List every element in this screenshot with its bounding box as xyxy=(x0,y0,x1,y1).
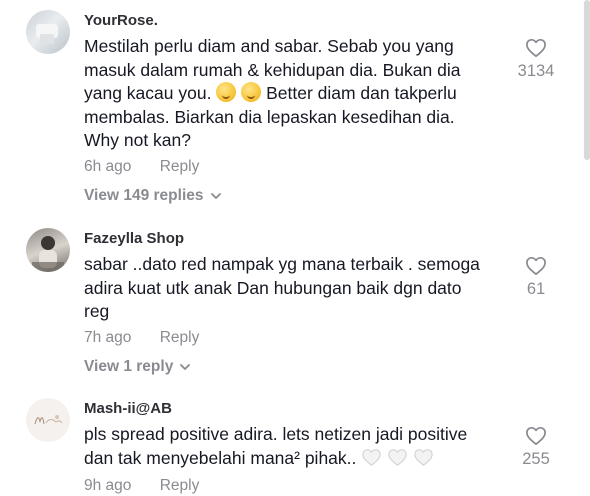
comment-text-line: Why not kan? xyxy=(84,130,191,150)
comment-meta: 9h ago Reply xyxy=(84,477,199,495)
chevron-down-icon xyxy=(210,193,221,199)
like-count: 255 xyxy=(522,450,550,468)
comment-text-line: sabar ..dato red nampak yg mana terbaik … xyxy=(84,254,480,274)
comment-username[interactable]: Mash-ii@AB xyxy=(84,400,172,417)
comment-text-fragment: Better diam dan takperlu xyxy=(266,83,457,103)
avatar[interactable] xyxy=(26,398,70,442)
comment-text-line: reg xyxy=(84,301,110,321)
comment-text-line: masuk dalam rumah & kehidupan dia. Bukan… xyxy=(84,59,461,80)
comment-text-fragment: yang kacau you. xyxy=(84,83,212,103)
comment-meta: 6h ago Reply xyxy=(84,158,199,176)
comment-time: 9h ago xyxy=(84,477,132,494)
avatar-image xyxy=(32,236,64,272)
view-replies-button[interactable]: View 149 replies xyxy=(84,187,222,205)
face-emoji-icon xyxy=(241,82,262,102)
comment-text: sabar ..dato red nampak yg mana terbaik … xyxy=(84,253,504,324)
reply-button[interactable]: Reply xyxy=(160,477,200,494)
like-count: 3134 xyxy=(517,62,555,80)
reply-button[interactable]: Reply xyxy=(160,329,200,346)
avatar[interactable] xyxy=(26,228,70,272)
like-count: 61 xyxy=(526,280,546,298)
view-replies-label: View 149 replies xyxy=(84,187,204,204)
comment-username[interactable]: YourRose. xyxy=(84,12,158,29)
white-heart-emoji-icon xyxy=(388,448,407,466)
view-replies-button[interactable]: View 1 reply xyxy=(84,358,191,376)
view-replies-label: View 1 reply xyxy=(84,358,174,375)
comment-text: pls spread positive adira. lets netizen … xyxy=(84,423,504,470)
comment-text-line: dan tak menyebelahi mana² pihak.. xyxy=(84,447,504,471)
comment-meta: 7h ago Reply xyxy=(84,329,199,347)
comment-time: 6h ago xyxy=(84,158,132,175)
face-emoji-icon xyxy=(216,82,237,102)
comment-time: 7h ago xyxy=(84,329,132,346)
comment-username[interactable]: Fazeylla Shop xyxy=(84,230,184,247)
avatar-image xyxy=(36,24,58,44)
comment-text-line: pls spread positive adira. lets netizen … xyxy=(84,424,468,444)
comment-text-line: membalas. Biarkan dia lepaskan kesedihan… xyxy=(84,106,455,127)
comment-text-line: Mestilah perlu diam and sabar. Sebab you… xyxy=(84,36,454,56)
comment-text-line: adira kuat utk anak Dan hubungan baik dg… xyxy=(84,277,462,298)
scrollbar[interactable] xyxy=(584,0,590,160)
like-button[interactable]: 3134 xyxy=(501,38,571,81)
white-heart-emoji-icon xyxy=(362,448,381,466)
chevron-down-icon xyxy=(180,364,191,370)
comment-text-line: yang kacau you. Better diam dan takperlu xyxy=(84,82,504,106)
like-button[interactable]: 255 xyxy=(501,426,571,469)
heart-outline-icon xyxy=(526,38,546,58)
avatar[interactable] xyxy=(26,10,70,54)
reply-button[interactable]: Reply xyxy=(160,158,200,175)
comment-text: Mestilah perlu diam and sabar. Sebab you… xyxy=(84,35,504,153)
comment-text-fragment: dan tak menyebelahi mana² pihak.. xyxy=(84,447,357,468)
avatar-image xyxy=(34,415,63,425)
heart-outline-icon xyxy=(526,256,546,276)
white-heart-emoji-icon xyxy=(414,448,433,466)
like-button[interactable]: 61 xyxy=(501,256,571,299)
heart-outline-icon xyxy=(526,426,546,446)
